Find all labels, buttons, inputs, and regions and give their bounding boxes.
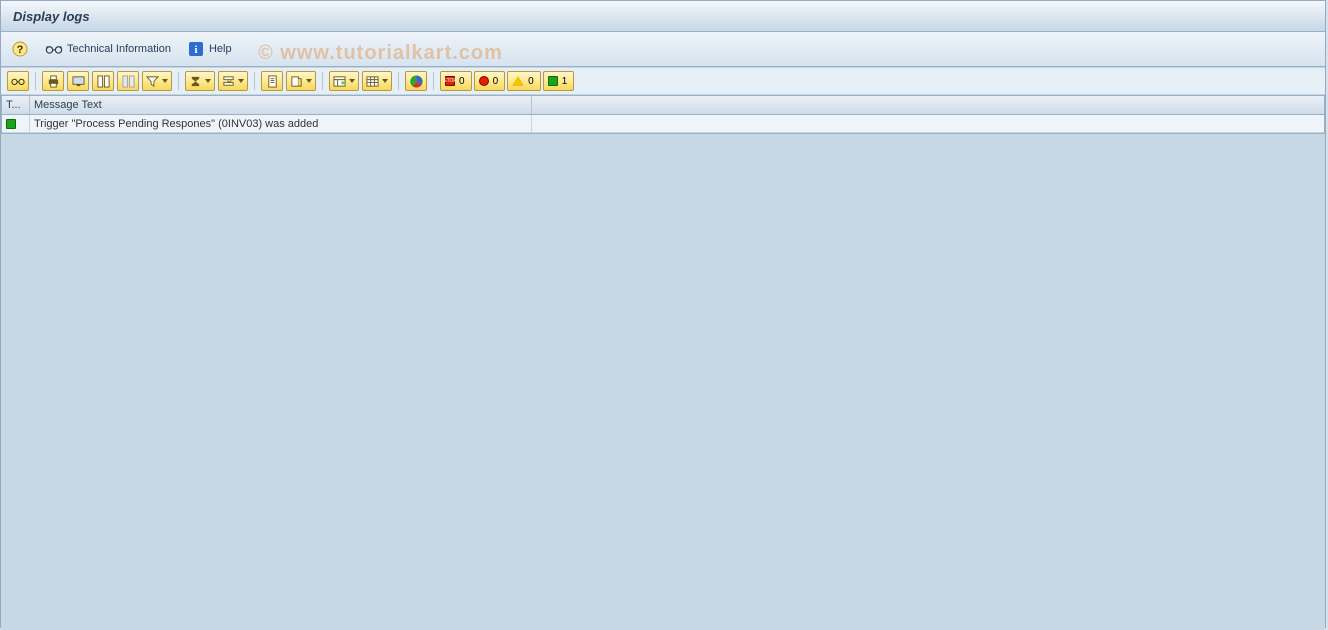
layout-icon bbox=[332, 74, 346, 88]
help-button[interactable]: i Help bbox=[183, 38, 236, 60]
display-icon bbox=[71, 74, 85, 88]
pie-icon bbox=[409, 74, 423, 88]
separator bbox=[178, 72, 179, 90]
svg-text:i: i bbox=[194, 44, 197, 56]
error-count-button[interactable]: 0 bbox=[474, 71, 506, 91]
row-type-cell bbox=[2, 115, 30, 132]
technical-information-label: Technical Information bbox=[67, 43, 171, 55]
separator bbox=[35, 72, 36, 90]
funnel-icon bbox=[145, 74, 159, 88]
print-button[interactable] bbox=[42, 71, 64, 91]
question-icon: ? bbox=[11, 40, 29, 58]
find-next-icon bbox=[121, 74, 135, 88]
stop-count: 0 bbox=[459, 76, 465, 87]
grid-header: T... Message Text bbox=[2, 96, 1324, 115]
separator bbox=[398, 72, 399, 90]
application-toolbar: ? Technical Information i Help bbox=[1, 32, 1325, 67]
find-icon bbox=[96, 74, 110, 88]
glasses-icon bbox=[45, 40, 63, 58]
sum-button[interactable] bbox=[185, 71, 215, 91]
print-preview-button[interactable] bbox=[261, 71, 283, 91]
glasses-icon bbox=[11, 74, 25, 88]
info-icon: i bbox=[187, 40, 205, 58]
technical-information-button[interactable]: Technical Information bbox=[41, 38, 175, 60]
stop-icon: STOP bbox=[445, 76, 455, 86]
graphic-button[interactable] bbox=[405, 71, 427, 91]
content-area bbox=[1, 134, 1325, 630]
warning-count: 0 bbox=[528, 76, 534, 87]
find-next-button[interactable] bbox=[117, 71, 139, 91]
error-count: 0 bbox=[493, 76, 499, 87]
subtotal-button[interactable] bbox=[218, 71, 248, 91]
stop-count-button[interactable]: STOP 0 bbox=[440, 71, 472, 91]
row-message-cell: Trigger "Process Pending Respones" (0INV… bbox=[30, 115, 532, 132]
find-button[interactable] bbox=[92, 71, 114, 91]
set-filter-button[interactable] bbox=[142, 71, 172, 91]
sigma-icon bbox=[188, 74, 202, 88]
export-icon bbox=[289, 74, 303, 88]
details-button[interactable] bbox=[7, 71, 29, 91]
separator bbox=[322, 72, 323, 90]
error-icon bbox=[479, 76, 489, 86]
success-count-button[interactable]: 1 bbox=[543, 71, 575, 91]
page-icon bbox=[265, 74, 279, 88]
subtotal-icon bbox=[221, 74, 235, 88]
page-title: Display logs bbox=[13, 9, 90, 24]
warning-count-button[interactable]: 0 bbox=[507, 71, 541, 91]
grid-icon bbox=[365, 74, 379, 88]
alv-toolbar: STOP 0 0 0 1 bbox=[1, 67, 1325, 95]
separator bbox=[254, 72, 255, 90]
log-grid: T... Message Text Trigger "Process Pendi… bbox=[1, 95, 1325, 134]
warning-icon bbox=[512, 76, 524, 86]
column-header-message[interactable]: Message Text bbox=[30, 96, 532, 114]
filter-view-button[interactable] bbox=[67, 71, 89, 91]
printer-icon bbox=[46, 74, 60, 88]
svg-text:?: ? bbox=[17, 44, 24, 56]
title-bar: Display logs bbox=[1, 1, 1325, 32]
separator bbox=[433, 72, 434, 90]
help-label: Help bbox=[209, 43, 232, 55]
success-icon bbox=[6, 119, 16, 129]
column-header-type[interactable]: T... bbox=[2, 96, 30, 114]
change-layout-button[interactable] bbox=[362, 71, 392, 91]
success-icon bbox=[548, 76, 558, 86]
success-count: 1 bbox=[562, 76, 568, 87]
layout-button[interactable] bbox=[329, 71, 359, 91]
table-row[interactable]: Trigger "Process Pending Respones" (0INV… bbox=[2, 115, 1324, 133]
export-button[interactable] bbox=[286, 71, 316, 91]
help-question-button[interactable]: ? bbox=[7, 38, 33, 60]
window: Display logs ? Technical Information i H… bbox=[0, 0, 1326, 628]
